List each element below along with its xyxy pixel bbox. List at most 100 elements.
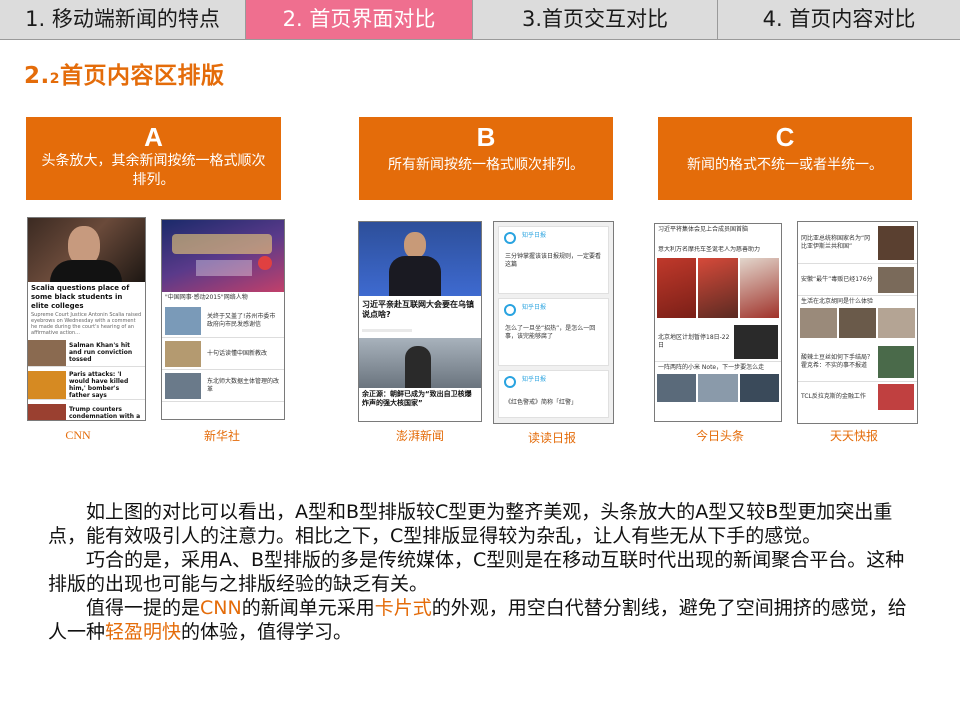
tiantian-list-item[interactable]: 冈比亚总统称国家名为“冈比亚伊斯兰共和国”	[798, 222, 917, 264]
toutiao-item-title[interactable]: 一阵两阵的小米 Note，下一步要怎么走	[655, 362, 781, 374]
tiantian-item-title: 酸辣土豆丝如何下手结局？霍克希：不实的事不报道	[801, 353, 874, 369]
toutiao-photo	[739, 258, 779, 318]
xinhua-item-thumb	[165, 306, 201, 335]
speaker-suit	[389, 256, 441, 296]
type-a-box: A 头条放大，其余新闻按统一格式顺次排列。	[26, 117, 281, 200]
cnn-list-item[interactable]: Salman Khan's hit and run conviction tos…	[28, 339, 145, 367]
type-b-box: B 所有新闻按统一格式顺次排列。	[359, 117, 613, 200]
xinhua-list-item[interactable]: 关终于又盖了!苏州市委市政府向市民发感谢信	[162, 304, 284, 338]
tiantian-item-thumb	[878, 384, 914, 410]
cnn-list-item[interactable]: Trump counters condemnation with a	[28, 403, 145, 420]
toutiao-photo	[698, 374, 738, 402]
xinhua-item-thumb	[165, 372, 201, 399]
xinhua-item-title: 东北师大数据主体管理的改革	[207, 377, 280, 393]
zhihu-logo-icon	[504, 232, 516, 244]
type-b-letter: B	[476, 122, 496, 152]
cnn-list-item[interactable]: Paris attacks: 'I would have killed him,…	[28, 370, 145, 400]
toutiao-photo	[739, 374, 779, 402]
tiantian-photo	[800, 308, 837, 338]
tiantian-photo	[839, 308, 876, 338]
toutiao-screenshot: 习近平将集体会见上合成员国首脑 意大利万名摩托车圣诞老人为慈善助力 北京地区计划…	[654, 223, 782, 422]
toutiao-photo-strip	[655, 258, 781, 318]
tiantian-item-title: TCL反拉克斯的金融工作	[801, 393, 866, 400]
cnn-item-title: Salman Khan's hit and run conviction tos…	[69, 342, 133, 363]
tiantian-item-title[interactable]: 生活在北京胡同是什么体验	[798, 296, 917, 308]
tiantian-item-title: 安徽“最牛”毒贩已经176分	[801, 275, 873, 283]
p3-text-mid1: 的新闻单元采用	[241, 597, 375, 619]
banner-icons	[196, 260, 252, 276]
dudu-card-source: 知乎日报	[522, 304, 547, 311]
cnn-headline[interactable]: Scalia questions place of some black stu…	[28, 282, 145, 310]
toutiao-list-item[interactable]: 北京地区计划暂停18日-22日	[655, 322, 781, 362]
dudu-card[interactable]: 知乎日报 怎么了一旦坐“招热”，是怎么一回事，该完能够腐了	[498, 298, 609, 366]
toutiao-item-title[interactable]: 习近平将集体会见上合成员国首脑	[655, 224, 781, 246]
cnn-screenshot: Scalia questions place of some black stu…	[27, 217, 146, 421]
banner-glow	[172, 234, 272, 254]
cnn-summary: Supreme Court Justice Antonin Scalia rai…	[31, 312, 142, 335]
cnn-item-thumb	[28, 370, 66, 399]
section-title: 2.2首页内容区排版	[24, 56, 225, 90]
cnn-item-thumb	[28, 403, 66, 420]
type-c-description: 新闻的格式不统一或者半统一。	[687, 157, 883, 173]
xinhua-list-item[interactable]: 十句话读懂中国新教改	[162, 338, 284, 370]
pengpai-screenshot: 习近平亲赴互联网大会要在乌镇说点啥? 余正源：朝鲜已成为“致出自卫核爆炸声的强大…	[358, 221, 482, 422]
tab-mobile-news-features[interactable]: 1. 移动端新闻的特点	[0, 0, 246, 40]
highlight-cnn: CNN	[200, 597, 242, 619]
highlight-light-bright: 轻盈明快	[105, 621, 182, 643]
top-tab-bar: 1. 移动端新闻的特点 2. 首页界面对比 3.首页交互对比 4. 首页内容对比	[0, 0, 960, 40]
tiantian-item-thumb	[878, 266, 914, 293]
pengpai-meta-line	[362, 329, 412, 332]
pengpai-headline-2[interactable]: 余正源：朝鲜已成为“致出自卫核爆炸声的强大核国家”	[359, 388, 481, 410]
pengpai-caption: 澎湃新闻	[395, 429, 444, 443]
cnn-item-thumb	[28, 339, 66, 366]
section-number: 2.	[24, 63, 50, 89]
type-a-description: 头条放大，其余新闻按统一格式顺次排列。	[41, 153, 266, 188]
xinhua-item-thumb	[165, 340, 201, 367]
type-c-letter: C	[775, 122, 795, 152]
zhihu-logo-icon	[504, 304, 516, 316]
toutiao-item-thumb	[734, 324, 778, 359]
xinhua-banner-caption: "中国网事·感动2015"网络人物	[162, 292, 284, 304]
toutiao-photo	[657, 374, 697, 402]
analysis-paragraph-2: 巧合的是，采用A、B型排版的多是传统媒体，C型则是在移动互联时代出现的新闻聚合平…	[48, 549, 905, 595]
tiantian-item-thumb	[878, 225, 914, 260]
tab-homepage-interaction-compare[interactable]: 3.首页交互对比	[473, 0, 718, 40]
toutiao-photo	[657, 258, 697, 318]
portrait-robe	[50, 260, 122, 282]
tiantian-list-item[interactable]: 酸辣土豆丝如何下手结局？霍克希：不实的事不报道	[798, 342, 917, 382]
tiantian-caption: 天天快报	[829, 429, 878, 443]
analysis-text: 如上图的对比可以看出，A型和B型排版较C型更为整齐美观，头条放大的A型又较B型更…	[48, 500, 914, 644]
dudu-card[interactable]: 知乎日报 《红色警戒》简称「红警」	[498, 370, 609, 418]
xinhua-caption: 新华社	[203, 429, 240, 443]
dudu-card-source: 知乎日报	[522, 232, 547, 239]
tab-homepage-ui-compare[interactable]: 2. 首页界面对比	[246, 0, 473, 40]
tab-homepage-content-compare[interactable]: 4. 首页内容对比	[718, 0, 960, 40]
xinhua-list-item[interactable]: 东北师大数据主体管理的改革	[162, 370, 284, 402]
pengpai-headline[interactable]: 习近平亲赴互联网大会要在乌镇说点啥?	[359, 296, 481, 326]
analysis-paragraph-1: 如上图的对比可以看出，A型和B型排版较C型更为整齐美观，头条放大的A型又较B型更…	[48, 501, 893, 547]
cnn-hero-photo	[28, 218, 145, 282]
dudu-card[interactable]: 知乎日报 三分钟掌握该该日报规则，一定要看这篇	[498, 226, 609, 294]
toutiao-photo	[698, 258, 738, 318]
toutiao-photo-strip-2	[655, 374, 781, 402]
toutiao-item-title: 北京地区计划暂停18日-22日	[658, 333, 730, 349]
toutiao-caption: 今日头条	[695, 429, 744, 443]
tiantian-photo-strip	[798, 308, 917, 338]
cnn-caption: CNN	[65, 428, 91, 442]
dudu-card-title: 三分钟掌握该该日报规则，一定要看这篇	[505, 253, 602, 268]
tiantian-photo	[878, 308, 915, 338]
type-b-description: 所有新闻按统一格式顺次排列。	[388, 157, 584, 173]
xinhua-item-title: 关终于又盖了!苏州市委市政府向市民发感谢信	[207, 312, 276, 328]
xinhua-screenshot: "中国网事·感动2015"网络人物 关终于又盖了!苏州市委市政府向市民发感谢信 …	[161, 219, 285, 420]
tiantian-list-item[interactable]: TCL反拉克斯的金融工作	[798, 382, 917, 412]
tiantian-item-title: 冈比亚总统称国家名为“冈比亚伊斯兰共和国”	[801, 234, 871, 250]
tiantian-screenshot: 冈比亚总统称国家名为“冈比亚伊斯兰共和国” 安徽“最牛”毒贩已经176分 生活在…	[797, 221, 918, 424]
cnn-item-title: Trump counters condemnation with a	[69, 405, 141, 420]
dudu-card-source: 知乎日报	[522, 376, 547, 383]
tiantian-list-item[interactable]: 安徽“最牛”毒贩已经176分	[798, 264, 917, 296]
toutiao-item-title[interactable]: 意大利万名摩托车圣诞老人为慈善助力	[655, 246, 781, 258]
type-c-box: C 新闻的格式不统一或者半统一。	[658, 117, 912, 200]
p3-text-pre: 值得一提的是	[86, 597, 201, 619]
banner-icon-accent	[258, 256, 272, 270]
dudu-card-title: 《红色警戒》简称「红警」	[505, 399, 578, 406]
